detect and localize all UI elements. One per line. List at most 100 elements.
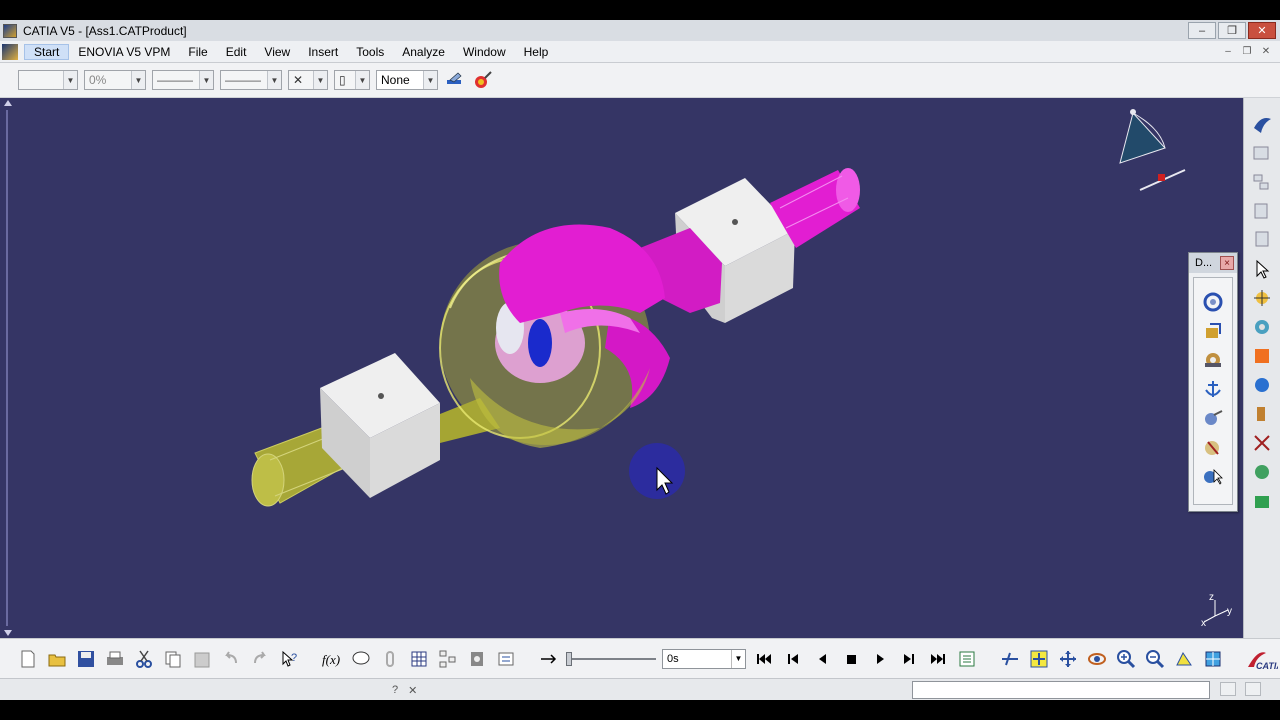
status-restore-button[interactable] — [1220, 682, 1236, 696]
link-icon[interactable] — [378, 647, 401, 670]
prev-step-icon[interactable] — [781, 647, 804, 670]
pointer-move-icon[interactable] — [1200, 464, 1226, 488]
first-frame-icon[interactable] — [752, 647, 775, 670]
undo-icon[interactable] — [219, 647, 242, 670]
3ds-logo-icon[interactable]: CATIA — [1244, 647, 1278, 671]
menu-insert[interactable]: Insert — [299, 45, 347, 59]
redo-icon[interactable] — [248, 647, 271, 670]
menu-view[interactable]: View — [255, 45, 299, 59]
play-back-icon[interactable] — [810, 647, 833, 670]
catia-logo-icon[interactable] — [1249, 112, 1275, 136]
help-icon[interactable]: ? — [392, 684, 398, 696]
compass-widget[interactable] — [1119, 109, 1186, 191]
manipulation-icon[interactable] — [1249, 344, 1275, 368]
menu-tools[interactable]: Tools — [347, 45, 393, 59]
tools-icon[interactable] — [1249, 402, 1275, 426]
chevron-down-icon: ▼ — [355, 71, 369, 89]
svg-text:CATIA: CATIA — [1256, 661, 1278, 671]
minimize-button[interactable]: – — [1188, 22, 1216, 39]
3d-viewport[interactable]: z y x — [0, 98, 1243, 638]
grid-icon[interactable] — [407, 647, 430, 670]
point-symbol-combo[interactable]: ✕ ▼ — [288, 70, 328, 90]
move-icon[interactable] — [1200, 319, 1226, 343]
simulation-time-combo[interactable]: 0s ▼ — [662, 648, 746, 669]
tree-expand-icon[interactable] — [436, 647, 459, 670]
left-support-block[interactable] — [320, 353, 440, 498]
transparency-combo[interactable]: 0% ▼ — [84, 70, 146, 90]
restore-button[interactable]: ❐ — [1218, 22, 1246, 39]
simulation-slider[interactable] — [566, 649, 656, 669]
constraint-icon[interactable] — [1249, 315, 1275, 339]
new-icon[interactable] — [16, 647, 39, 670]
catia-menu-icon[interactable] — [2, 43, 18, 60]
quick-select-icon[interactable] — [472, 69, 494, 91]
dmu-floating-toolbar[interactable]: D... × — [1188, 252, 1238, 512]
player-settings-icon[interactable] — [955, 647, 978, 670]
menu-enovia[interactable]: ENOVIA V5 VPM — [69, 45, 179, 59]
power-input-field[interactable] — [912, 681, 1210, 699]
fit-all-icon[interactable] — [1027, 647, 1050, 670]
measure-icon[interactable] — [494, 647, 517, 670]
whats-this-icon[interactable]: ? — [277, 647, 300, 670]
layer-combo[interactable]: None ▼ — [376, 70, 438, 90]
stop-icon[interactable] — [839, 647, 862, 670]
slider-handle[interactable] — [566, 651, 572, 666]
color-combo[interactable]: ▼ — [18, 70, 78, 90]
collision-icon[interactable] — [1200, 435, 1226, 459]
select-icon[interactable] — [1249, 286, 1275, 310]
tree-icon[interactable] — [1249, 170, 1275, 194]
compass-icon[interactable] — [1200, 406, 1226, 430]
formula-icon[interactable]: f(x) — [320, 647, 343, 670]
catalog-icon[interactable] — [465, 647, 488, 670]
cut-icon[interactable] — [132, 647, 155, 670]
pan-icon[interactable] — [1056, 647, 1079, 670]
assembly-model[interactable]: z y x — [0, 98, 1243, 638]
explode-icon[interactable] — [1249, 431, 1275, 455]
axis-triad: z y x — [1201, 592, 1232, 629]
gear-icon[interactable] — [1200, 348, 1226, 372]
floating-toolbar-header[interactable]: D... × — [1189, 253, 1237, 273]
line-type-combo[interactable]: ——— ▼ — [220, 70, 282, 90]
layer-filter-combo[interactable]: ▯ ▼ — [334, 70, 370, 90]
rotate-icon[interactable] — [1200, 290, 1226, 314]
painter-icon[interactable] — [444, 69, 466, 91]
menu-analyze[interactable]: Analyze — [393, 45, 454, 59]
last-frame-icon[interactable] — [926, 647, 949, 670]
snap-icon[interactable] — [1249, 373, 1275, 397]
line-thickness-combo[interactable]: ——— ▼ — [152, 70, 214, 90]
menu-window[interactable]: Window — [454, 45, 515, 59]
pointer-icon[interactable] — [1249, 257, 1275, 281]
product-icon[interactable] — [1249, 141, 1275, 165]
comment-icon[interactable] — [349, 647, 372, 670]
fly-icon[interactable] — [998, 647, 1021, 670]
open-icon[interactable] — [45, 647, 68, 670]
rotate-view-icon[interactable] — [1085, 647, 1108, 670]
play-icon[interactable] — [868, 647, 891, 670]
print-icon[interactable] — [103, 647, 126, 670]
paste-icon[interactable] — [190, 647, 213, 670]
zoom-out-icon[interactable] — [1143, 647, 1166, 670]
iso-view-icon[interactable] — [1201, 647, 1224, 670]
menu-help[interactable]: Help — [515, 45, 558, 59]
close-button[interactable]: ✕ — [1248, 22, 1276, 39]
doc-restore-button[interactable]: ❐ — [1239, 44, 1255, 59]
anchor-icon[interactable] — [1200, 377, 1226, 401]
status-tile-button[interactable] — [1245, 682, 1261, 696]
zoom-in-icon[interactable] — [1114, 647, 1137, 670]
part-icon[interactable] — [1249, 228, 1275, 252]
part-icon[interactable] — [1249, 199, 1275, 223]
publish-icon[interactable] — [1249, 489, 1275, 513]
close-icon[interactable]: ✕ — [408, 684, 417, 697]
floating-toolbar-close-button[interactable]: × — [1220, 256, 1234, 270]
doc-close-button[interactable]: ✕ — [1258, 44, 1274, 59]
doc-minimize-button[interactable]: – — [1220, 44, 1236, 59]
next-step-icon[interactable] — [897, 647, 920, 670]
menu-file[interactable]: File — [179, 45, 216, 59]
normal-view-icon[interactable] — [1172, 647, 1195, 670]
menu-edit[interactable]: Edit — [217, 45, 256, 59]
save-icon[interactable] — [74, 647, 97, 670]
menu-start[interactable]: Start — [24, 43, 70, 60]
copy-icon[interactable] — [161, 647, 184, 670]
publish-icon[interactable] — [1249, 460, 1275, 484]
arrow-icon[interactable] — [537, 647, 560, 670]
